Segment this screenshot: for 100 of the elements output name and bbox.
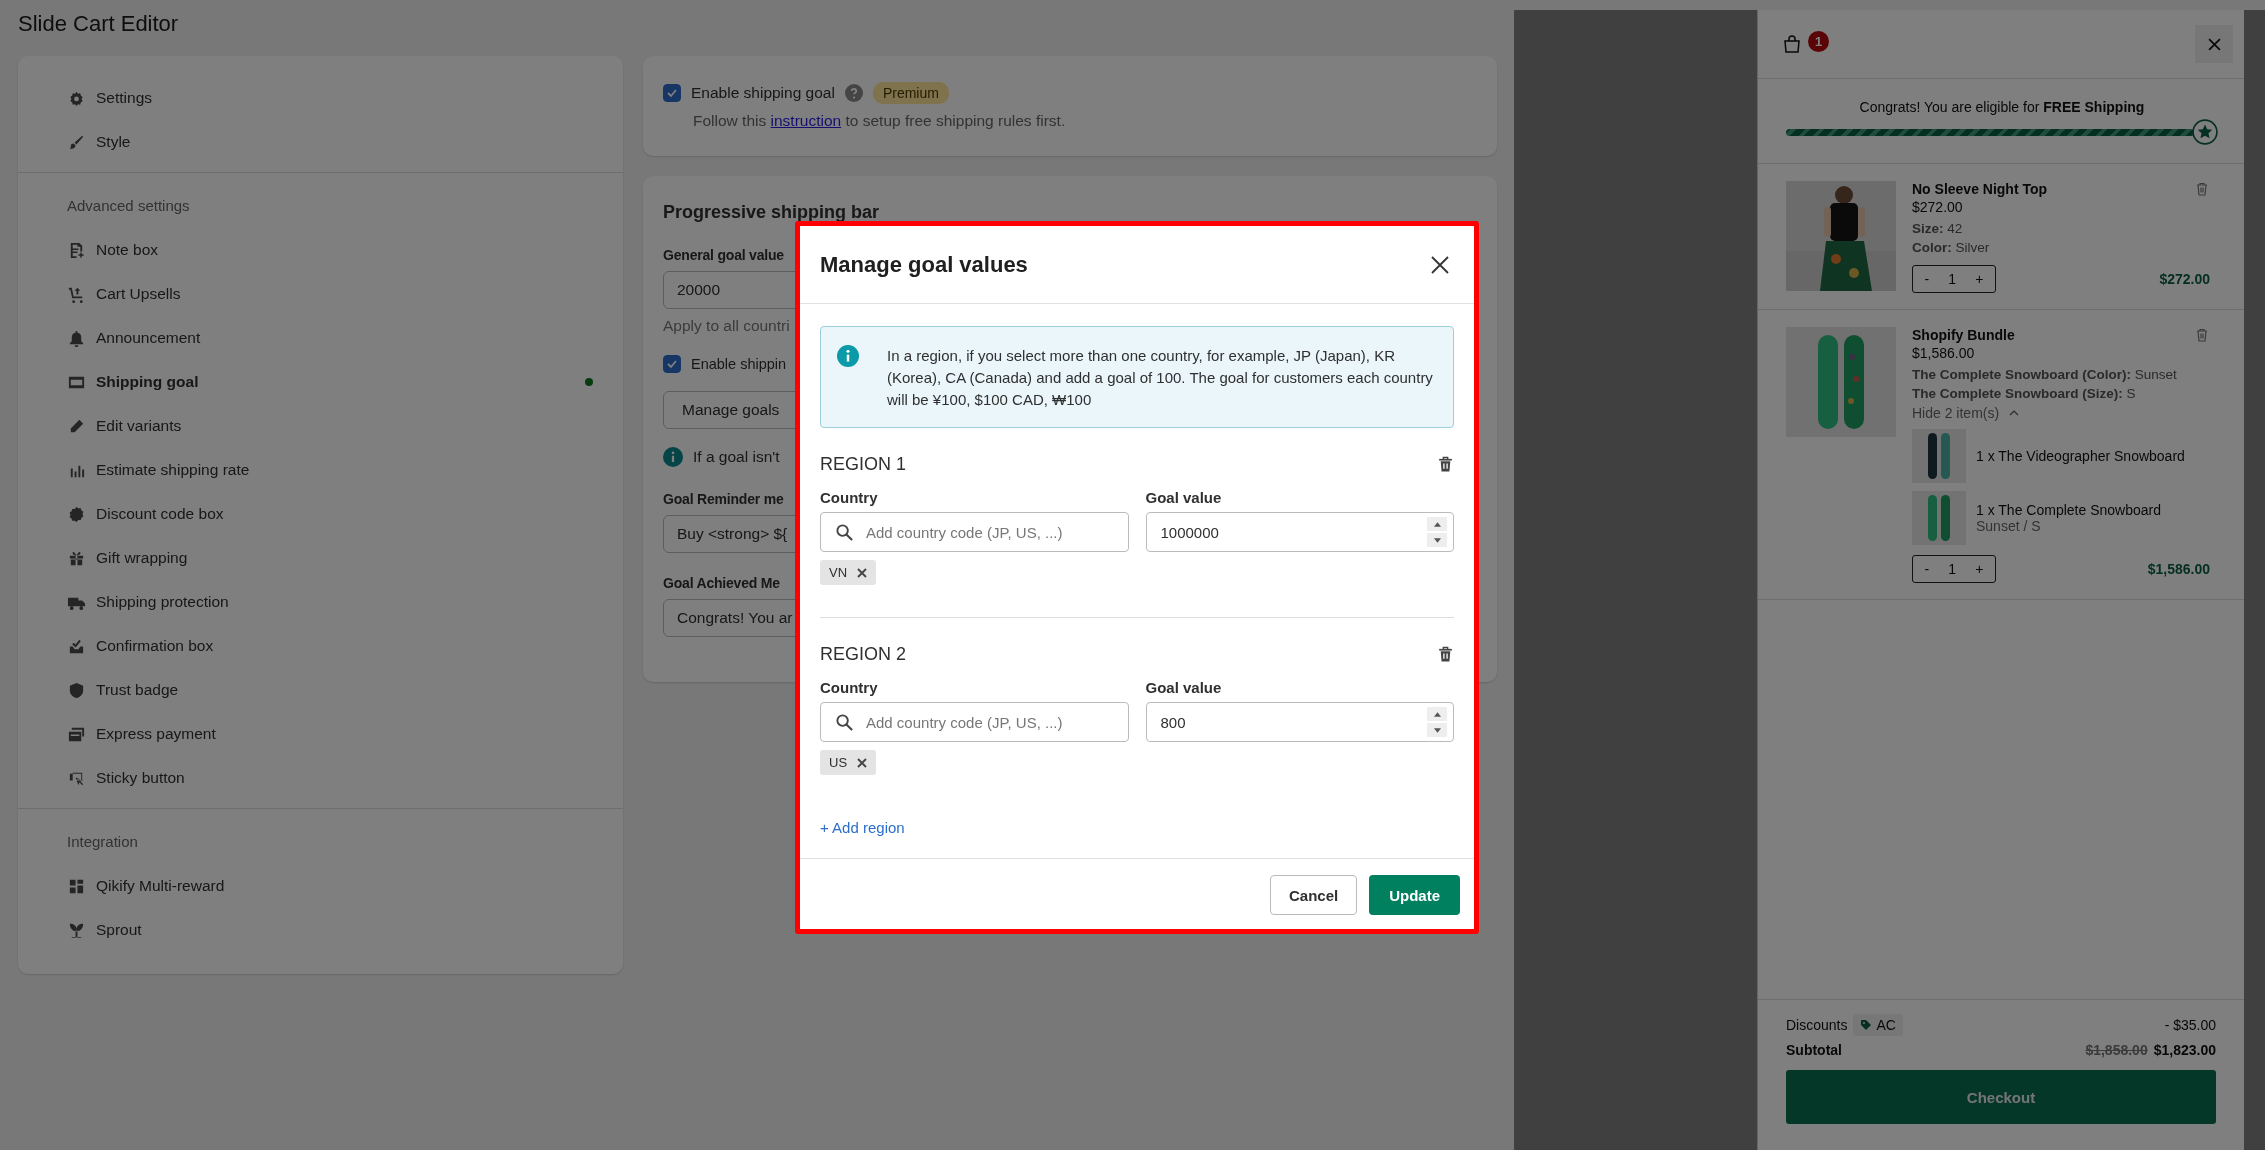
- add-region-link[interactable]: + Add region: [820, 819, 905, 836]
- decrease-button[interactable]: -: [1920, 561, 1934, 577]
- product-option: Size: 42: [1912, 221, 2210, 236]
- sidebar-item[interactable]: Sprout: [18, 908, 623, 952]
- delete-icon[interactable]: [1437, 456, 1454, 473]
- decrement-button[interactable]: [1427, 723, 1447, 737]
- close-icon: [2207, 37, 2221, 51]
- field-label: Country: [820, 679, 879, 696]
- checkbox-label: Enable shippin: [691, 356, 787, 372]
- quantity-value: 1: [1948, 561, 1957, 577]
- tag-icon: [1860, 1019, 1873, 1031]
- info-text: If a goal isn't: [693, 448, 780, 466]
- increase-button[interactable]: +: [1971, 271, 1988, 287]
- product-price: $1,586.00: [1912, 345, 1976, 361]
- increment-button[interactable]: [1427, 707, 1447, 721]
- caret-up-icon: [1433, 521, 1441, 527]
- caret-down-icon: [1433, 537, 1441, 543]
- product-option: Color: Silver: [1912, 240, 2210, 255]
- sidebar-item[interactable]: Estimate shipping rate: [18, 448, 623, 492]
- checkbox-label: Enable shipping goal: [691, 84, 835, 102]
- sidebar-item[interactable]: Note box: [18, 228, 623, 272]
- discount-amount: - $35.00: [2164, 1017, 2216, 1033]
- cancel-button[interactable]: Cancel: [1269, 875, 1358, 915]
- instruction-link[interactable]: instruction: [770, 112, 842, 129]
- sidebar-item[interactable]: Cart Upsells: [18, 272, 623, 316]
- page-title: Slide Cart Editor: [18, 10, 180, 38]
- sidebar-item[interactable]: Style: [18, 120, 623, 164]
- product-name: Shopify Bundle: [1912, 327, 2015, 343]
- caret-up-icon: [1433, 711, 1441, 717]
- checkout-button[interactable]: Checkout: [1786, 1070, 2216, 1124]
- line-total: $272.00: [2159, 271, 2210, 287]
- section-heading: Integration: [66, 832, 139, 852]
- field-label: Goal Achieved Me: [663, 575, 780, 591]
- country-tag: US: [820, 750, 877, 775]
- country-search-field[interactable]: Add country code (JP, US, ...): [820, 512, 1129, 552]
- info-icon: [837, 345, 859, 367]
- cart-count-badge: 1: [1808, 30, 1829, 52]
- checkbox[interactable]: [663, 84, 681, 102]
- decrease-button[interactable]: -: [1920, 271, 1934, 287]
- sidebar-item[interactable]: Gift wrapping: [18, 536, 623, 580]
- search-icon: [835, 712, 854, 732]
- remove-icon[interactable]: [857, 757, 868, 768]
- discount-icon: [67, 504, 86, 524]
- caret-down-icon: [1433, 727, 1441, 733]
- sidebar-item[interactable]: Qikify Multi-reward: [18, 864, 623, 908]
- trash-icon[interactable]: [2194, 327, 2210, 343]
- card-title: Progressive shipping bar: [663, 202, 881, 223]
- checkmark-icon: [666, 358, 678, 370]
- discount-code-tag: AC: [1853, 1014, 1903, 1036]
- field-hint: Apply to all countri: [663, 317, 791, 335]
- goal-value-field[interactable]: 800: [1145, 702, 1454, 742]
- sidebar-item[interactable]: Sticky button: [18, 756, 623, 800]
- sidebar-item[interactable]: Edit variants: [18, 404, 623, 448]
- checkmark-icon: [666, 87, 678, 99]
- info-icon: [663, 447, 683, 467]
- line-total: $1,586.00: [2147, 561, 2210, 577]
- checkbox[interactable]: [663, 355, 681, 373]
- search-icon: [835, 522, 854, 542]
- bundle-toggle-link[interactable]: Hide 2 item(s): [1912, 405, 2020, 421]
- premium-badge: Premium: [872, 82, 949, 104]
- remove-icon[interactable]: [857, 567, 868, 578]
- increment-button[interactable]: [1427, 517, 1447, 531]
- sidebar-item[interactable]: Shipping goal: [18, 360, 623, 404]
- quantity-value: 1: [1948, 271, 1957, 287]
- field-label: Country: [820, 489, 879, 506]
- trash-icon[interactable]: [2194, 181, 2210, 197]
- bundle-item-name: 1 x The Complete Snowboard: [1976, 502, 2161, 518]
- sidebar-item[interactable]: Announcement: [18, 316, 623, 360]
- shield-icon: [67, 680, 86, 700]
- shopping-bag-icon[interactable]: [1782, 34, 1802, 54]
- field-label: General goal value: [663, 247, 784, 263]
- original-subtotal: $1,858.00: [2085, 1042, 2148, 1058]
- bundle-item-variant: Sunset / S: [1976, 518, 2042, 534]
- sidebar-item[interactable]: Discount code box: [18, 492, 623, 536]
- decrement-button[interactable]: [1427, 533, 1447, 547]
- product-price: $272.00: [1912, 199, 1964, 215]
- sidebar-item[interactable]: Trust badge: [18, 668, 623, 712]
- region-title: REGION 1: [820, 454, 907, 475]
- chevron-icon: [2009, 410, 2020, 416]
- modal-title: Manage goal values: [820, 251, 1028, 278]
- product-option: The Complete Snowboard (Size): S: [1912, 386, 2210, 401]
- discounts-label: Discounts: [1786, 1017, 1848, 1033]
- increase-button[interactable]: +: [1971, 561, 1988, 577]
- info-text: In a region, if you select more than one country, for example, JP (Japan), KR (Korea), CA (Canada) and add a goal of 100. The goal for customers each country will be ¥100, $100 CAD, ₩100: [887, 346, 1433, 410]
- sidebar-item[interactable]: Settings: [18, 76, 623, 120]
- country-tag: VN: [820, 560, 877, 585]
- update-button[interactable]: Update: [1369, 875, 1460, 915]
- field-label: Goal value: [1145, 679, 1223, 696]
- goal-value-field[interactable]: 1000000: [1145, 512, 1454, 552]
- product-option: The Complete Snowboard (Color): Sunset: [1912, 367, 2210, 382]
- field-label: Goal value: [1145, 489, 1223, 506]
- help-text: Follow this instruction to setup free shipping rules first.: [693, 112, 1067, 130]
- product-name: No Sleeve Night Top: [1912, 181, 2048, 197]
- sidebar-item[interactable]: Confirmation box: [18, 624, 623, 668]
- sidebar-item[interactable]: Express payment: [18, 712, 623, 756]
- delete-icon[interactable]: [1437, 646, 1454, 663]
- bundle-item-name: 1 x The Videographer Snowboard: [1976, 448, 2185, 464]
- country-search-field[interactable]: Add country code (JP, US, ...): [820, 702, 1129, 742]
- field-label: Goal Reminder me: [663, 491, 784, 507]
- sidebar-item[interactable]: Shipping protection: [18, 580, 623, 624]
